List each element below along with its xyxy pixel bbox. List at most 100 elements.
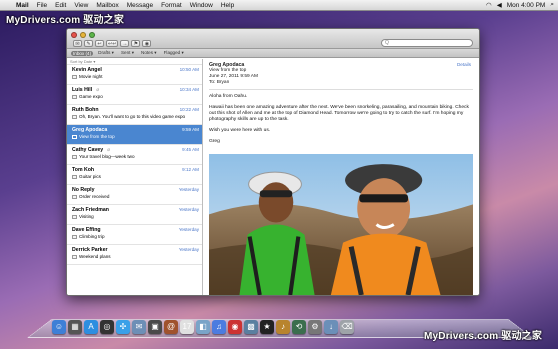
menu-mailbox[interactable]: Mailbox [92,0,122,11]
message-time: 9:12 AM [182,167,199,172]
preview-icon[interactable]: ◧ [196,320,210,334]
volume-icon[interactable]: ◀ [497,1,502,9]
message-subject: Weekend plans [79,254,111,259]
menu-file[interactable]: File [33,0,51,11]
note-button[interactable]: ◉ [142,40,152,47]
ical-icon[interactable]: 17 [180,320,194,334]
message-time: 10:34 AM [179,87,199,92]
message-time: Yesterday [178,207,199,212]
photobooth-icon[interactable]: ◉ [228,320,242,334]
message-time: Yesterday [178,187,199,192]
favorite-sent[interactable]: Sent ▾ [119,50,136,56]
message-subject: Guitar pics [79,174,101,179]
iphoto-icon[interactable]: ▩ [244,320,258,334]
message-row[interactable]: Luis Hill ⌀ 10:34 AM Game expo [67,85,202,105]
menu-format[interactable]: Format [157,0,186,11]
mail-icon[interactable]: ✉ [132,320,146,334]
minimize-button[interactable] [80,32,86,38]
toolbar-buttons: ✉ ✎ ↩ ↩↩ → ⚑ ◉ [73,40,152,47]
window-controls [71,32,95,38]
favorite-notes[interactable]: Notes ▾ [139,50,159,56]
flag-button[interactable]: ⚑ [131,40,141,47]
watermark-bottom: MyDrivers.com 驱动之家 [424,331,543,342]
spotlight-icon[interactable]: ⌕ [550,1,554,9]
launchpad-icon[interactable]: ▦ [68,320,82,334]
watermark-top: MyDrivers.com 驱动之家 [6,15,125,26]
message-time: 9:59 AM [182,127,199,132]
forward-button[interactable]: → [120,40,130,47]
favorites-bar: Inbox (4) Drafts ▾ Sent ▾ Notes ▾ Flagge… [67,49,479,58]
envelope-icon [72,155,77,159]
message-sender: No Reply [72,187,95,193]
get-mail-button[interactable]: ✉ [73,40,82,47]
mission-control-icon[interactable]: ◎ [100,320,114,334]
attachment-icon: ⌀ [107,147,111,153]
envelope-icon [72,135,77,139]
facetime-icon[interactable]: ▣ [148,320,162,334]
system-preferences-icon[interactable]: ⚙ [308,320,322,334]
message-row[interactable]: Tom Koh 9:12 AM Guitar pics [67,165,202,185]
downloads-icon[interactable]: ↓ [324,320,338,334]
mail-content: Sort by Date ▾ Kevin Angel 10:50 AM Movie… [67,59,479,295]
zoom-button[interactable] [89,32,95,38]
details-link[interactable]: Details [457,62,471,68]
message-subject: View from the top [79,134,115,139]
menu-help[interactable]: Help [217,0,238,11]
message-subject: Movie night [79,74,103,79]
favorite-drafts[interactable]: Drafts ▾ [96,50,116,56]
appstore-icon[interactable]: A [84,320,98,334]
message-sender: Derrick Parker [72,247,108,253]
message-row[interactable]: Dave Effing Yesterday Climbing trip [67,225,202,245]
menu-edit[interactable]: Edit [51,0,70,11]
trash-icon[interactable]: ⌫ [340,320,354,334]
favorite-flagged[interactable]: Flagged ▾ [162,50,186,56]
addressbook-icon[interactable]: @ [164,320,178,334]
menu-window[interactable]: Window [186,0,217,11]
reply-all-button[interactable]: ↩↩ [106,40,119,47]
clock[interactable]: Mon 4:00 PM [507,2,546,9]
message-subject: Game expo [79,94,103,99]
envelope-icon [72,195,77,199]
safari-icon[interactable]: ✣ [116,320,130,334]
message-subject: Oh, Bryan. You'll want to go to this vid… [79,114,186,119]
message-header: Greg Apodaca View from the top June 27, … [203,59,479,89]
garageband-icon[interactable]: ♪ [276,320,290,334]
message-row[interactable]: Kevin Angel 10:50 AM Movie night [67,65,202,85]
message-row[interactable]: Zach Friedman Yesterday Visiting [67,205,202,225]
menu-message[interactable]: Message [123,0,157,11]
message-sender: Zach Friedman [72,207,109,213]
itunes-icon[interactable]: ♫ [212,320,226,334]
message-row[interactable]: Derrick Parker Yesterday Weekend plans [67,245,202,265]
message-time: 10:50 AM [179,67,199,72]
mountain-bikers-photo [209,154,473,295]
message-sender: Kevin Angel [72,67,102,73]
message-sender: Ruth Bohn [72,107,99,113]
message-row[interactable]: Ruth Bohn 10:22 AM Oh, Bryan. You'll want… [67,105,202,125]
message-sender: Greg Apodaca [72,127,108,133]
menu-view[interactable]: View [70,0,92,11]
search-input[interactable]: Q [381,39,473,47]
body-wish: Wish you were here with us. [209,128,271,134]
message-row-selected[interactable]: Greg Apodaca 9:59 AM View from the top [67,125,202,145]
message-sender: Luis Hill [72,87,93,93]
compose-button[interactable]: ✎ [84,40,93,47]
envelope-icon [72,115,77,119]
menu-app-mail[interactable]: Mail [12,0,33,11]
imovie-icon[interactable]: ★ [260,320,274,334]
message-sender: Tom Koh [72,167,95,173]
message-time: 10:22 AM [179,107,199,112]
message-sender: Cathy Cavey [72,147,104,153]
attached-photo[interactable] [209,154,473,295]
body-paragraph: Hawaii has been one amazing adventure af… [209,104,469,123]
message-row[interactable]: Cathy Cavey ⌀ 9:45 AM Your travel blog—wee… [67,145,202,165]
mail-window: ✉ ✎ ↩ ↩↩ → ⚑ ◉ Q Inbox (4) Drafts ▾ Sent… [66,28,480,296]
close-button[interactable] [71,32,77,38]
message-row[interactable]: No Reply Yesterday Order received [67,185,202,205]
reply-button[interactable]: ↩ [95,40,104,47]
envelope-icon [72,75,77,79]
menu-bar: Mail File Edit View Mailbox Message Form… [0,0,558,11]
finder-icon[interactable]: ☺ [52,320,66,334]
favorite-inbox[interactable]: Inbox (4) [71,50,94,56]
wifi-icon[interactable]: ◠ [486,1,492,9]
timemachine-icon[interactable]: ⟲ [292,320,306,334]
